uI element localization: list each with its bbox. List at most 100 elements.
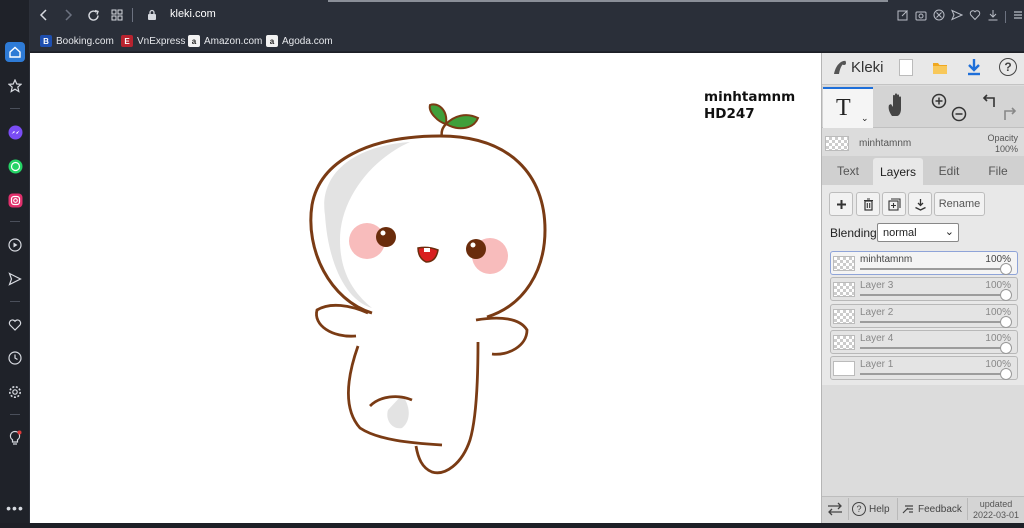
trash-icon [863,197,873,211]
lightbulb-icon[interactable] [5,428,25,448]
text-tool-button[interactable]: T ⌄ [823,87,873,128]
signature-line: minhtamnm [704,89,796,105]
address-actions [897,8,1024,26]
open-folder-icon[interactable] [932,61,948,80]
opacity-slider-track[interactable] [860,346,1003,349]
merge-layer-button[interactable] [908,192,932,216]
tabs-grid-icon[interactable] [109,7,125,23]
bookmark-label: Agoda.com [282,35,333,47]
updated-label: updated [979,499,1013,509]
bookmark-agoda[interactable]: a Agoda.com [266,33,333,49]
back-icon[interactable] [36,7,52,23]
merge-down-icon [914,198,926,211]
layer-name: Layer 1 [860,359,894,371]
footer-help-button[interactable]: ? Help [852,502,890,516]
zoom-out-icon[interactable] [951,106,967,127]
send-page-icon[interactable] [951,8,964,26]
block-icon[interactable] [933,8,945,26]
opacity-slider-track[interactable] [860,294,1003,297]
load-progress [328,0,888,2]
swap-side-icon[interactable] [827,502,843,521]
drawing-canvas[interactable]: minhtamnm HD247 [30,53,821,523]
opacity-slider-handle[interactable] [1000,289,1012,302]
logo-text: Kleki [851,58,884,76]
text-tool-icon: T [836,95,851,121]
home-icon[interactable] [5,42,25,62]
signature-line: HD247 [704,106,755,122]
layer-row[interactable]: Layer 3 100% [830,277,1018,302]
layer-thumbnail [833,361,855,377]
layer-row[interactable]: Layer 4 100% [830,329,1018,354]
camera-icon[interactable] [915,8,927,26]
download-icon[interactable] [987,8,999,26]
feedback-label: Feedback [918,503,962,515]
kleki-logo[interactable]: Kleki [832,58,884,76]
bookmark-heart-icon[interactable] [969,8,981,26]
footer-divider [848,498,849,520]
address-bar[interactable]: kleki.com [170,8,216,20]
tab-layers[interactable]: Layers [873,158,923,185]
footer-divider [897,498,898,520]
current-layer-name: minhtamnm [859,138,912,149]
agoda-icon: a [266,35,278,47]
new-document-icon[interactable] [899,59,913,76]
hand-tool-icon[interactable] [886,92,908,123]
player-icon[interactable] [5,235,25,255]
opacity-slider-track[interactable] [860,268,1003,270]
zoom-in-icon[interactable] [931,93,947,114]
delete-layer-button[interactable] [856,192,880,216]
updated-info: updated 2022-03-01 [970,499,1022,521]
opacity-slider-handle[interactable] [1000,341,1012,354]
redo-icon[interactable] [1001,106,1017,127]
reload-icon[interactable] [85,7,101,23]
rename-layer-button[interactable]: Rename [934,192,985,216]
opacity-slider-handle[interactable] [1000,263,1012,275]
opacity-slider-track[interactable] [860,320,1003,323]
opacity-slider-track[interactable] [860,373,1003,376]
tab-edit[interactable]: Edit [927,158,971,184]
sidebar-divider [10,221,20,222]
tab-file[interactable]: File [976,158,1020,184]
layer-row[interactable]: Layer 2 100% [830,303,1018,328]
undo-icon[interactable] [982,93,998,114]
layer-name: minhtamnm [860,254,913,265]
bookmark-booking[interactable]: B Booking.com [40,33,114,49]
help-icon: ? [852,502,866,516]
edit-icon[interactable] [897,8,909,26]
updated-date: 2022-03-01 [972,510,1020,520]
duplicate-layer-button[interactable] [882,192,906,216]
layer-thumbnail [833,256,855,271]
star-icon[interactable] [5,76,25,96]
chevron-down-icon[interactable]: ⌄ [861,113,869,124]
download-icon[interactable] [966,58,982,81]
help-label: Help [869,503,890,515]
footer-divider [967,498,968,520]
messenger-icon[interactable] [5,122,25,142]
blending-select[interactable]: normal ⌄ [877,223,959,242]
bookmark-vnexpress[interactable]: E VnExpress [121,33,185,49]
opacity-slider-handle[interactable] [1000,315,1012,328]
tab-text[interactable]: Text [826,158,870,184]
browser-sidebar: ••• [0,0,30,523]
help-icon[interactable]: ? [999,58,1017,76]
add-layer-button[interactable] [829,192,853,216]
whatsapp-icon[interactable] [5,156,25,176]
bookmark-amazon[interactable]: a Amazon.com [188,33,262,49]
opacity-info: Opacity 100% [987,133,1018,155]
layer-row[interactable]: Layer 1 100% [830,356,1018,381]
vnexpress-icon: E [121,35,133,47]
blending-value: normal [883,227,917,239]
blending-label: Blending [830,226,877,240]
forward-icon[interactable] [60,7,76,23]
opacity-slider-handle[interactable] [1000,368,1012,381]
history-icon[interactable] [5,348,25,368]
layer-thumbnail [833,334,855,350]
footer-feedback-button[interactable]: Feedback [902,503,962,515]
more-icon[interactable]: ••• [5,498,25,518]
instagram-icon[interactable] [5,190,25,210]
menu-icon[interactable] [1012,8,1024,26]
layer-row[interactable]: minhtamnm 100% [830,251,1018,275]
send-icon[interactable] [5,269,25,289]
heart-icon[interactable] [5,315,25,335]
settings-icon[interactable] [5,382,25,402]
